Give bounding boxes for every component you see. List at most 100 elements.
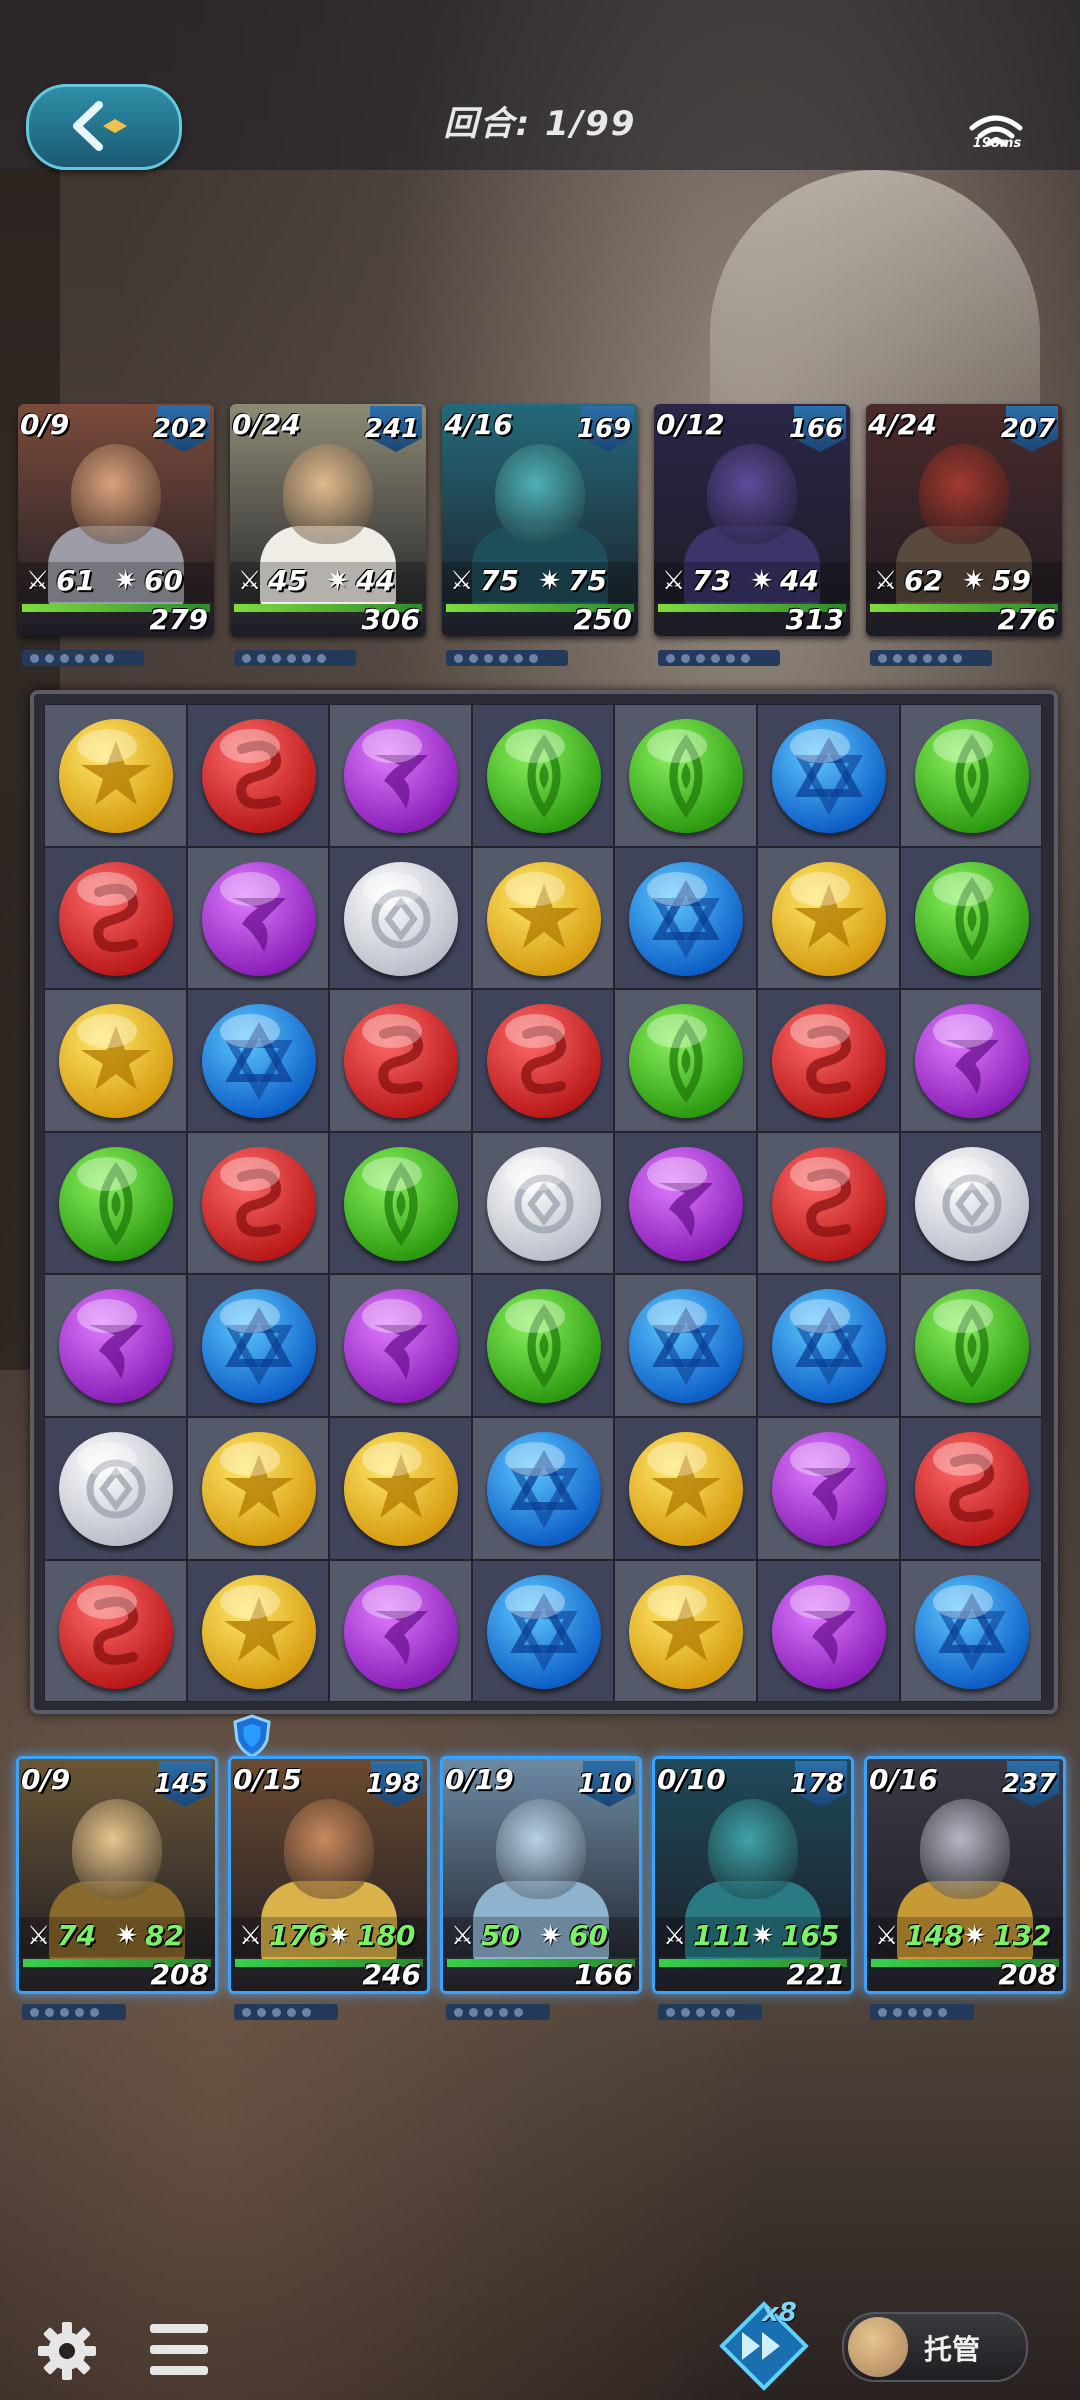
board-cell[interactable] bbox=[471, 1559, 615, 1703]
yellow-orb[interactable] bbox=[201, 1574, 316, 1689]
board-cell[interactable] bbox=[756, 846, 900, 990]
board-cell[interactable] bbox=[756, 1131, 900, 1275]
board-cell[interactable] bbox=[471, 704, 615, 847]
board-cell[interactable] bbox=[756, 1559, 900, 1703]
red-orb[interactable] bbox=[201, 1146, 316, 1261]
auto-battle-toggle[interactable]: 托管 bbox=[842, 2312, 1028, 2382]
green-orb[interactable] bbox=[486, 1289, 601, 1404]
board-cell[interactable] bbox=[44, 1274, 187, 1417]
hamburger-menu-icon[interactable] bbox=[150, 2322, 208, 2378]
board-cell[interactable] bbox=[899, 1131, 1043, 1275]
yellow-orb[interactable] bbox=[59, 719, 173, 833]
yellow-orb[interactable] bbox=[344, 1431, 459, 1546]
white-orb[interactable] bbox=[914, 1146, 1029, 1261]
board-cell[interactable] bbox=[329, 846, 472, 990]
board-cell[interactable] bbox=[471, 989, 615, 1132]
blue-orb[interactable] bbox=[771, 719, 886, 833]
green-orb[interactable] bbox=[629, 719, 744, 833]
team-hero-card[interactable]: 0/10 178 ⚔ 111 ✷ 165 221 bbox=[652, 1756, 854, 1994]
blue-orb[interactable] bbox=[486, 1431, 601, 1546]
board-cell[interactable] bbox=[329, 1559, 472, 1703]
board-cell[interactable] bbox=[44, 1131, 187, 1275]
blue-orb[interactable] bbox=[914, 1574, 1029, 1689]
red-orb[interactable] bbox=[771, 1146, 886, 1261]
team-hero-card[interactable]: 0/19 110 ⚔ 50 ✷ 60 166 bbox=[440, 1756, 642, 1994]
board-cell[interactable] bbox=[756, 1274, 900, 1417]
red-orb[interactable] bbox=[344, 1004, 459, 1119]
purple-orb[interactable] bbox=[771, 1574, 886, 1689]
board-cell[interactable] bbox=[614, 989, 757, 1132]
blue-orb[interactable] bbox=[201, 1004, 316, 1119]
board-cell[interactable] bbox=[329, 1131, 472, 1275]
board-cell[interactable] bbox=[329, 704, 472, 847]
yellow-orb[interactable] bbox=[629, 1574, 744, 1689]
yellow-orb[interactable] bbox=[486, 861, 601, 976]
board-cell[interactable] bbox=[186, 846, 330, 990]
board-cell[interactable] bbox=[186, 1416, 330, 1560]
green-orb[interactable] bbox=[486, 719, 601, 833]
board-cell[interactable] bbox=[614, 1416, 757, 1560]
board-cell[interactable] bbox=[44, 1559, 187, 1703]
board-cell[interactable] bbox=[614, 1559, 757, 1703]
green-orb[interactable] bbox=[59, 1146, 173, 1261]
team-hero-card[interactable]: 0/9 145 ⚔ 74 ✷ 82 208 bbox=[16, 1756, 218, 1994]
red-orb[interactable] bbox=[771, 1004, 886, 1119]
yellow-orb[interactable] bbox=[201, 1431, 316, 1546]
purple-orb[interactable] bbox=[201, 861, 316, 976]
blue-orb[interactable] bbox=[629, 861, 744, 976]
red-orb[interactable] bbox=[59, 1574, 173, 1689]
board-cell[interactable] bbox=[899, 704, 1043, 847]
purple-orb[interactable] bbox=[344, 1574, 459, 1689]
blue-orb[interactable] bbox=[201, 1289, 316, 1404]
green-orb[interactable] bbox=[914, 719, 1029, 833]
board-cell[interactable] bbox=[899, 1559, 1043, 1703]
yellow-orb[interactable] bbox=[59, 1004, 173, 1119]
board-cell[interactable] bbox=[186, 1274, 330, 1417]
board-cell[interactable] bbox=[471, 846, 615, 990]
board-cell[interactable] bbox=[329, 1274, 472, 1417]
board-cell[interactable] bbox=[756, 704, 900, 847]
purple-orb[interactable] bbox=[344, 719, 459, 833]
board-cell[interactable] bbox=[756, 989, 900, 1132]
blue-orb[interactable] bbox=[486, 1574, 601, 1689]
green-orb[interactable] bbox=[914, 861, 1029, 976]
board-cell[interactable] bbox=[614, 1274, 757, 1417]
board-cell[interactable] bbox=[44, 989, 187, 1132]
board-cell[interactable] bbox=[44, 1416, 187, 1560]
blue-orb[interactable] bbox=[629, 1289, 744, 1404]
purple-orb[interactable] bbox=[59, 1289, 173, 1404]
yellow-orb[interactable] bbox=[629, 1431, 744, 1546]
board-cell[interactable] bbox=[614, 704, 757, 847]
red-orb[interactable] bbox=[486, 1004, 601, 1119]
red-orb[interactable] bbox=[201, 719, 316, 833]
board-cell[interactable] bbox=[186, 1559, 330, 1703]
board-cell[interactable] bbox=[329, 989, 472, 1132]
green-orb[interactable] bbox=[344, 1146, 459, 1261]
board-cell[interactable] bbox=[899, 1274, 1043, 1417]
team-hero-card[interactable]: 0/15 198 ⚔ 176 ✷ 180 246 bbox=[228, 1756, 430, 1994]
board-cell[interactable] bbox=[186, 989, 330, 1132]
board-cell[interactable] bbox=[756, 1416, 900, 1560]
white-orb[interactable] bbox=[486, 1146, 601, 1261]
board-cell[interactable] bbox=[44, 704, 187, 847]
yellow-orb[interactable] bbox=[771, 861, 886, 976]
purple-orb[interactable] bbox=[771, 1431, 886, 1546]
purple-orb[interactable] bbox=[344, 1289, 459, 1404]
board-cell[interactable] bbox=[329, 1416, 472, 1560]
green-orb[interactable] bbox=[629, 1004, 744, 1119]
green-orb[interactable] bbox=[914, 1289, 1029, 1404]
board-cell[interactable] bbox=[186, 1131, 330, 1275]
board-cell[interactable] bbox=[471, 1416, 615, 1560]
board-cell[interactable] bbox=[899, 846, 1043, 990]
purple-orb[interactable] bbox=[629, 1146, 744, 1261]
board-cell[interactable] bbox=[471, 1274, 615, 1417]
board-cell[interactable] bbox=[899, 989, 1043, 1132]
board-cell[interactable] bbox=[186, 704, 330, 847]
board-cell[interactable] bbox=[614, 846, 757, 990]
red-orb[interactable] bbox=[59, 861, 173, 976]
red-orb[interactable] bbox=[914, 1431, 1029, 1546]
blue-orb[interactable] bbox=[771, 1289, 886, 1404]
purple-orb[interactable] bbox=[914, 1004, 1029, 1119]
white-orb[interactable] bbox=[344, 861, 459, 976]
white-orb[interactable] bbox=[59, 1431, 173, 1546]
